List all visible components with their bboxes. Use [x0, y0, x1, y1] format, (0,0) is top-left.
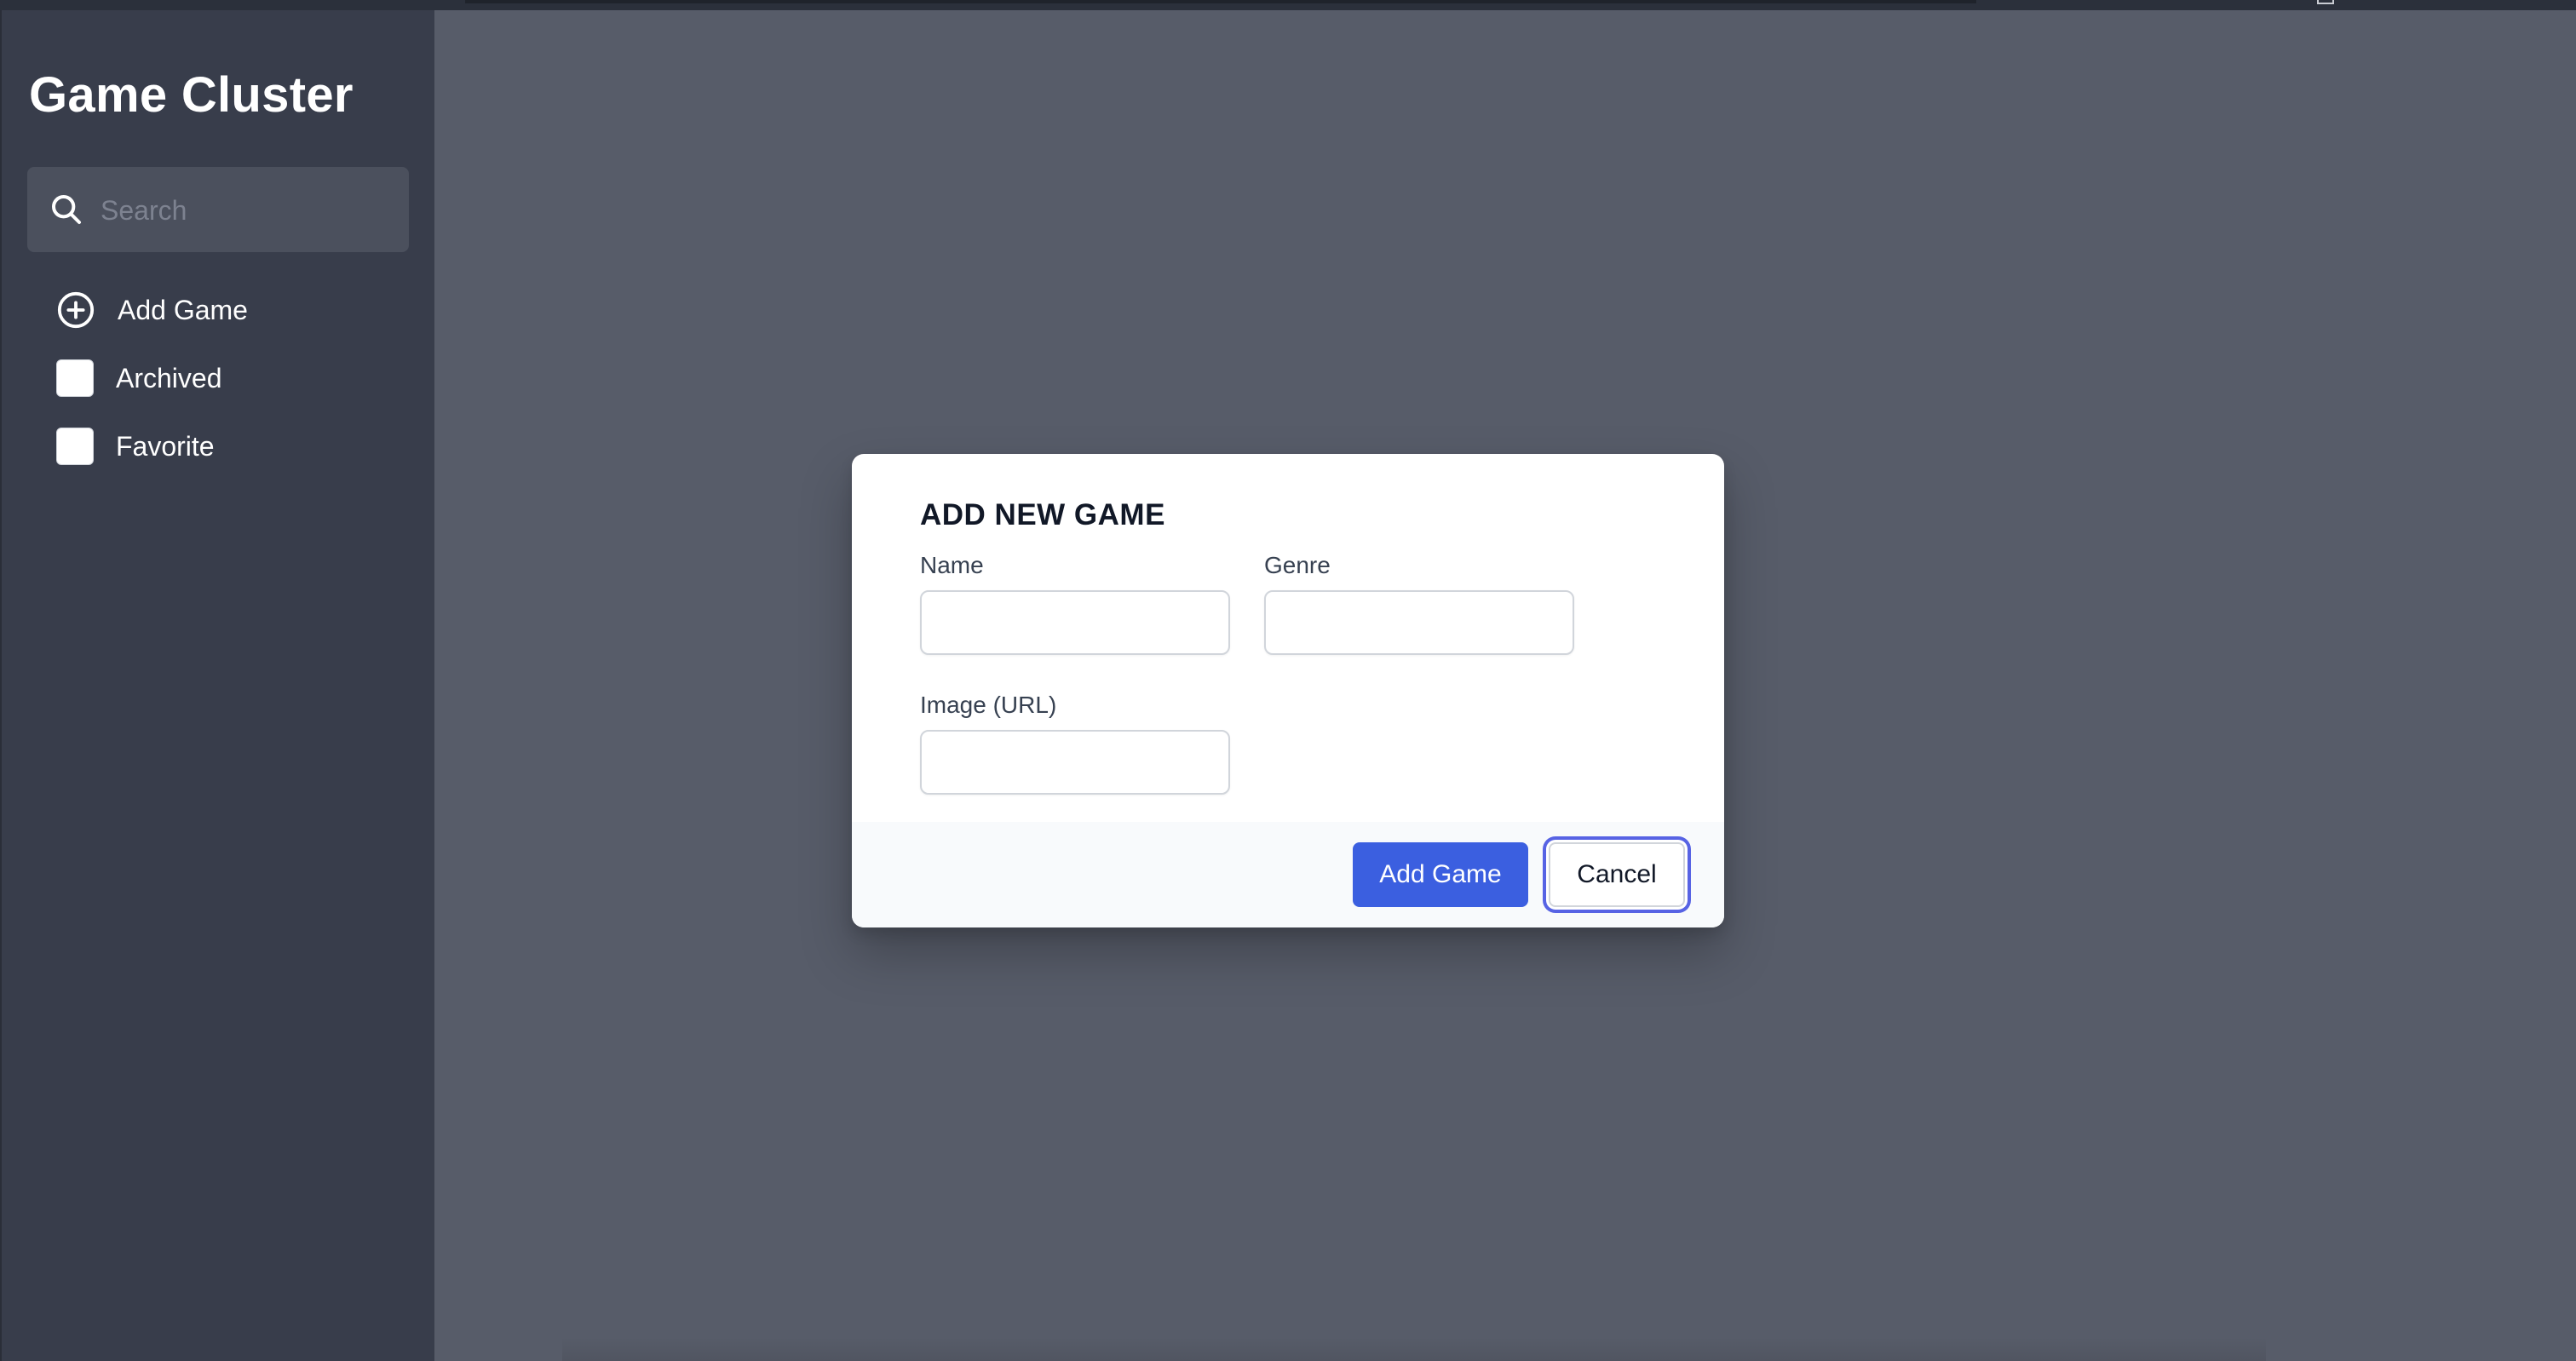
genre-input[interactable]	[1264, 590, 1574, 655]
sidebar-item-archived[interactable]: Archived	[56, 358, 222, 399]
sidebar-item-label: Archived	[116, 362, 222, 393]
archived-checkbox[interactable]	[56, 359, 94, 397]
name-label: Name	[920, 552, 984, 578]
image-url-input[interactable]	[920, 730, 1230, 795]
modal-footer: Add Game Cancel	[852, 822, 1724, 927]
search-icon	[52, 195, 81, 224]
top-bar	[0, 0, 2576, 10]
app-title: Game Cluster	[29, 67, 354, 123]
modal-title: ADD NEW GAME	[920, 498, 1165, 531]
add-game-button[interactable]: Add Game	[1353, 842, 1528, 907]
plus-circle-icon	[57, 291, 95, 329]
favorite-checkbox[interactable]	[56, 428, 94, 465]
sidebar-item-add-game[interactable]: Add Game	[56, 290, 248, 330]
search-box[interactable]	[27, 167, 409, 252]
sidebar: Game Cluster Add Game Archived Favorite	[0, 10, 434, 1361]
name-input[interactable]	[920, 590, 1230, 655]
top-bar-marker	[2317, 0, 2334, 4]
sidebar-item-favorite[interactable]: Favorite	[56, 426, 215, 467]
sidebar-item-label: Add Game	[118, 294, 248, 325]
cancel-button[interactable]: Cancel	[1549, 842, 1685, 907]
sidebar-item-label: Favorite	[116, 430, 215, 462]
search-input[interactable]	[99, 182, 392, 238]
bottom-shadow	[562, 1337, 2266, 1361]
top-bar-strip	[465, 0, 1976, 3]
add-game-modal: ADD NEW GAME Name Genre Image (URL) Add …	[852, 454, 1724, 927]
image-url-label: Image (URL)	[920, 692, 1057, 718]
genre-label: Genre	[1264, 552, 1331, 578]
